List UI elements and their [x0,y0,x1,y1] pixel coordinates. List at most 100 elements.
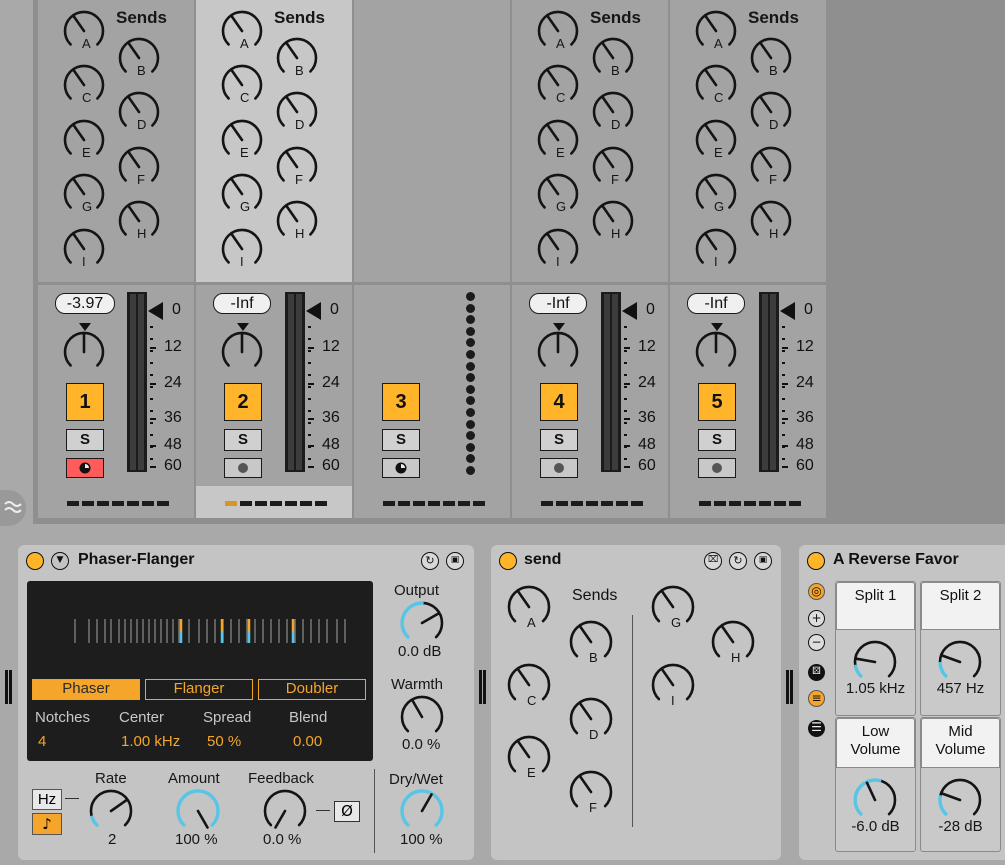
track-number-button[interactable]: 2 [224,383,262,421]
macro-knob[interactable] [938,778,982,822]
solo-button[interactable]: S [540,429,578,451]
crossfade-segment[interactable] [631,501,643,506]
volume-display[interactable]: -Inf [213,293,271,314]
device-grip-left-2[interactable] [9,670,12,704]
rate-knob[interactable] [89,789,133,833]
crossfade-segment[interactable] [270,501,282,506]
drywet-knob[interactable] [400,789,444,833]
hot-swap-icon[interactable]: ↻ [421,552,439,570]
crossfade-segment[interactable] [240,501,252,506]
crossfade-segment[interactable] [285,501,297,506]
arm-button[interactable] [382,458,420,478]
crossfade-segment[interactable] [97,501,109,506]
phase-invert-button[interactable]: Ø [334,801,360,822]
crossfade-segment[interactable] [571,501,583,506]
crossfade-segment[interactable] [67,501,79,506]
crossfade-segment[interactable] [729,501,741,506]
crossfade-segment[interactable] [714,501,726,506]
crossfade-segment[interactable] [556,501,568,506]
solo-button[interactable]: S [66,429,104,451]
device-power-button[interactable] [26,552,44,570]
crossfade-segment[interactable] [699,501,711,506]
send-save-icon[interactable]: ▣ [754,552,772,570]
crossfade-segment[interactable] [157,501,169,506]
track-number-button[interactable]: 4 [540,383,578,421]
crossfade-segment[interactable] [586,501,598,506]
track-number-button[interactable]: 5 [698,383,736,421]
arm-button[interactable] [698,458,736,478]
crossfade-segment[interactable] [82,501,94,506]
crossfade-segment[interactable] [383,501,395,506]
macro-name[interactable]: Split 1 [836,582,915,630]
randomize-icon[interactable]: ⚄ [808,664,825,681]
save-preset-icon[interactable]: ▣ [446,552,464,570]
add-macro-icon[interactable]: + [808,610,825,627]
send-hot-swap-icon[interactable]: ↻ [729,552,747,570]
crossfade-segment[interactable] [744,501,756,506]
crossfade-segment[interactable] [398,501,410,506]
sync-note-button[interactable]: ♪ [32,813,62,835]
mode-doubler-button[interactable]: Doubler [258,679,366,700]
send-map-icon[interactable]: ⌧ [704,552,722,570]
crossfade-segment[interactable] [255,501,267,506]
mode-flanger-button[interactable]: Flanger [145,679,253,700]
solo-button[interactable]: S [698,429,736,451]
macro-knob[interactable] [853,640,897,684]
crossfade-segment[interactable] [789,501,801,506]
feedback-knob[interactable] [263,789,307,833]
crossfade-segment[interactable] [616,501,628,506]
pan-knob[interactable] [63,331,105,373]
pan-knob[interactable] [221,331,263,373]
crossfade-segment[interactable] [443,501,455,506]
crossfade-segment[interactable] [458,501,470,506]
device-grip-mid-2[interactable] [483,670,486,704]
crossfade-segment[interactable] [601,501,613,506]
crossfade-segment[interactable] [300,501,312,506]
crossfade-segment[interactable] [774,501,786,506]
device-fold-icon[interactable]: ▼ [51,552,69,570]
amount-knob[interactable] [176,789,220,833]
arm-button[interactable] [540,458,578,478]
remove-macro-icon[interactable]: − [808,634,825,651]
crossfade-segment[interactable] [473,501,485,506]
send-power-button[interactable] [499,552,517,570]
macro-name[interactable]: Split 2 [921,582,1000,630]
pan-knob[interactable] [695,331,737,373]
groove-icon[interactable] [0,490,26,526]
crossfade-segment[interactable] [428,501,440,506]
crossfade-segment[interactable] [127,501,139,506]
macro-name[interactable]: Low Volume [836,718,915,768]
track-number-button[interactable]: 1 [66,383,104,421]
solo-button[interactable]: S [224,429,262,451]
track-number-button[interactable]: 3 [382,383,420,421]
macro-name[interactable]: Mid Volume [921,718,1000,768]
solo-button[interactable]: S [382,429,420,451]
blend-value[interactable]: 0.00 [293,733,322,750]
pan-knob[interactable] [537,331,579,373]
device-list-icon[interactable]: ☰ [808,720,825,737]
volume-display[interactable]: -Inf [687,293,745,314]
warmth-knob[interactable] [400,695,444,739]
volume-display[interactable]: -3.97 [55,293,115,314]
rack-power-button[interactable] [807,552,825,570]
crossfade-segment[interactable] [142,501,154,506]
device-grip-mid[interactable] [479,670,482,704]
arm-button[interactable] [66,458,104,478]
crossfade-segment[interactable] [541,501,553,506]
spread-value[interactable]: 50 % [207,733,241,750]
arm-button[interactable] [224,458,262,478]
crossfade-segment[interactable] [112,501,124,506]
output-knob[interactable] [400,601,444,645]
crossfade-segment[interactable] [225,501,237,506]
crossfade-segment[interactable] [413,501,425,506]
crossfade-segment[interactable] [315,501,327,506]
device-grip-right-2[interactable] [790,670,793,704]
hz-button[interactable]: Hz [32,789,62,810]
volume-display[interactable]: -Inf [529,293,587,314]
rack-macro-toggle-icon[interactable]: ◎ [808,583,825,600]
notches-value[interactable]: 4 [38,733,46,750]
macro-knob[interactable] [938,640,982,684]
chain-list-icon[interactable]: ≡ [808,690,825,707]
center-value[interactable]: 1.00 kHz [121,733,180,750]
crossfade-segment[interactable] [759,501,771,506]
